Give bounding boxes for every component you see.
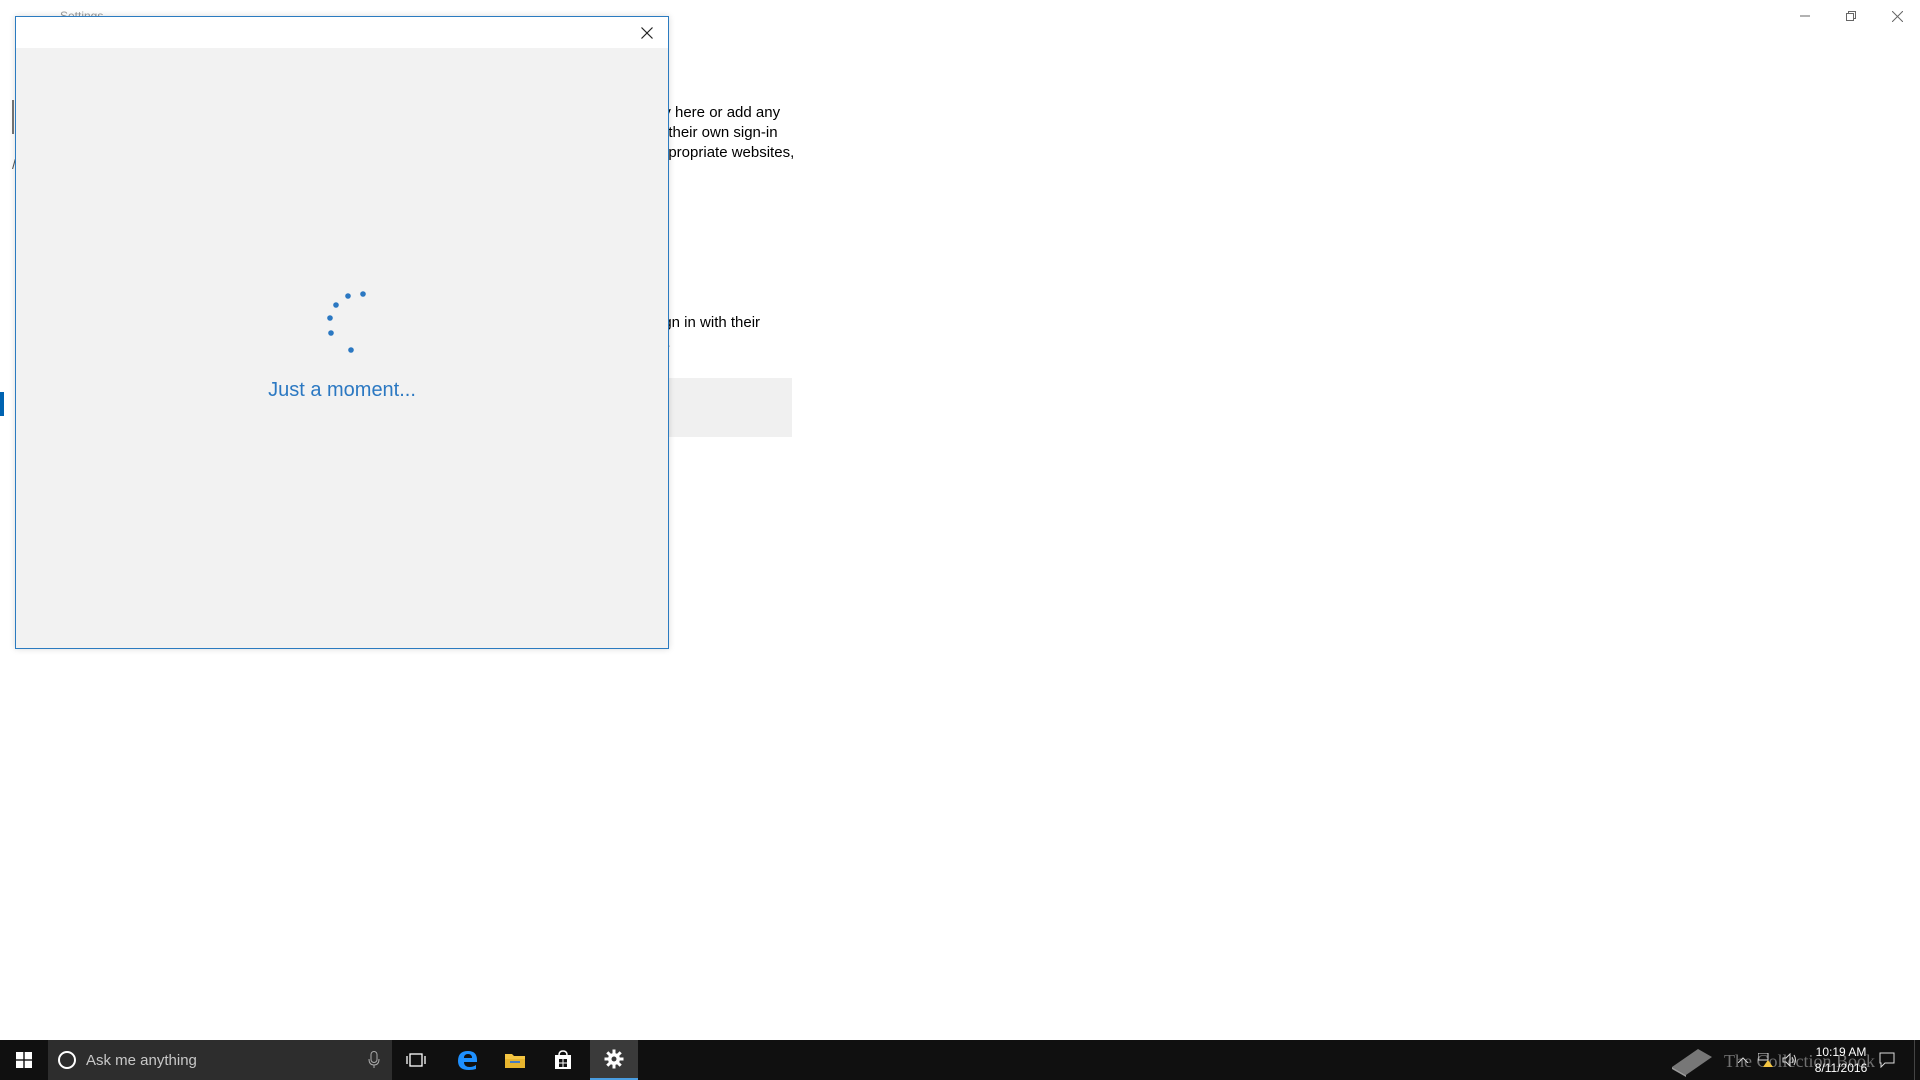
- close-icon: [641, 27, 653, 39]
- text-line: ign in with their: [660, 314, 761, 331]
- network-button[interactable]: [1756, 1040, 1776, 1080]
- book-icon: [1672, 1049, 1712, 1077]
- text-line: y.: [660, 333, 760, 353]
- minimize-icon: [1800, 15, 1810, 17]
- cortana-search-box[interactable]: Ask me anything: [48, 1040, 392, 1080]
- restore-button[interactable]: [1828, 0, 1874, 32]
- task-view-icon: [406, 1053, 426, 1067]
- chevron-up-icon: [1738, 1057, 1748, 1063]
- microsoft-account-dialog: Just a moment...: [15, 16, 669, 649]
- file-explorer-button[interactable]: [491, 1040, 539, 1080]
- window-close-button[interactable]: [1874, 0, 1920, 32]
- taskbar: Ask me anything The Collection Book 10:1…: [0, 1040, 1920, 1080]
- task-view-button[interactable]: [392, 1040, 440, 1080]
- action-center-button[interactable]: [1872, 1040, 1902, 1080]
- clock[interactable]: 10:19 AM 8/11/2016: [1806, 1044, 1876, 1076]
- family-description-text: ly here or add any t their own sign-in o…: [660, 103, 794, 163]
- other-users-description-text: ign in with their y.: [660, 313, 760, 353]
- speaker-icon: [1782, 1053, 1796, 1067]
- text-line: ly here or add any: [660, 104, 781, 121]
- nav-selected-indicator: [0, 392, 4, 416]
- edge-browser-button[interactable]: [443, 1040, 491, 1080]
- settings-app-button[interactable]: [590, 1040, 638, 1080]
- volume-button[interactable]: [1780, 1040, 1800, 1080]
- spinner-icon: [327, 291, 366, 353]
- clock-date: 8/11/2016: [1814, 1061, 1868, 1075]
- loading-text: Just a moment...: [268, 379, 416, 401]
- notification-icon: [1879, 1052, 1895, 1068]
- search-placeholder: Ask me anything: [86, 1051, 197, 1069]
- text-line: t their own sign-in: [660, 124, 778, 141]
- dialog-close-button[interactable]: [636, 23, 658, 43]
- clock-time: 10:19 AM: [1815, 1045, 1867, 1059]
- add-someone-button[interactable]: [660, 378, 792, 437]
- close-icon: [1891, 10, 1903, 22]
- dialog-titlebar: [16, 17, 668, 48]
- store-bag-icon: [555, 1050, 571, 1069]
- windows-logo-icon: [16, 1052, 32, 1068]
- show-hidden-icons-button[interactable]: [1734, 1040, 1752, 1080]
- folder-icon: [505, 1054, 525, 1068]
- text-line: opropriate websites,: [660, 144, 795, 161]
- edge-icon: [458, 1051, 477, 1070]
- restore-icon: [1846, 11, 1856, 21]
- microphone-icon[interactable]: [368, 1051, 380, 1069]
- start-button[interactable]: [0, 1040, 48, 1080]
- gear-icon: [604, 1049, 624, 1069]
- minimize-button[interactable]: [1782, 0, 1828, 32]
- show-desktop-button[interactable]: [1914, 1040, 1920, 1080]
- store-button[interactable]: [539, 1040, 587, 1080]
- network-warning-icon: [1758, 1053, 1773, 1067]
- cortana-icon: [58, 1051, 76, 1069]
